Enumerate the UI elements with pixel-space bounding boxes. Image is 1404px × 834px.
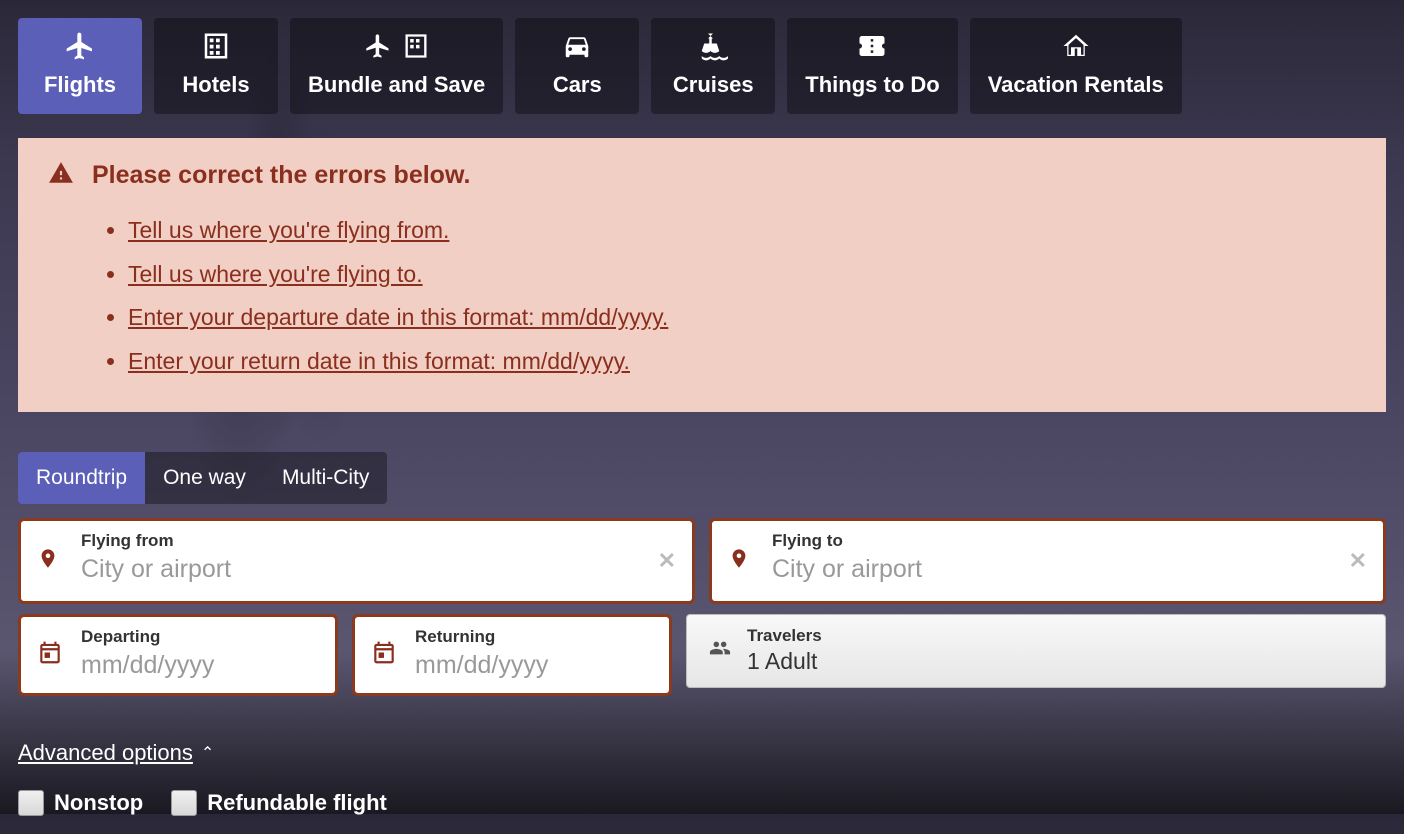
- tab-cars-label: Cars: [553, 72, 602, 98]
- error-link-returning[interactable]: Enter your return date in this format: m…: [128, 348, 630, 374]
- trip-tab-roundtrip[interactable]: Roundtrip: [18, 452, 145, 504]
- trip-type-tabs: Roundtrip One way Multi-City: [18, 452, 387, 504]
- error-link-to[interactable]: Tell us where you're flying to.: [128, 261, 423, 287]
- advanced-options-link[interactable]: Advanced options: [18, 740, 193, 766]
- tab-flights[interactable]: Flights: [18, 18, 142, 114]
- flying-from-label: Flying from: [81, 531, 648, 551]
- checkbox-icon: [18, 790, 44, 816]
- tab-bundle[interactable]: Bundle and Save: [290, 18, 503, 114]
- nonstop-label: Nonstop: [54, 790, 143, 816]
- tab-bundle-label: Bundle and Save: [308, 72, 485, 98]
- tab-cruises-label: Cruises: [673, 72, 754, 98]
- departing-input[interactable]: [81, 651, 291, 680]
- flying-to-label: Flying to: [772, 531, 1339, 551]
- pin-icon: [37, 543, 59, 578]
- flying-to-input[interactable]: [772, 555, 1339, 584]
- refundable-checkbox[interactable]: Refundable flight: [171, 790, 387, 816]
- trip-tab-oneway[interactable]: One way: [145, 452, 264, 504]
- departing-label: Departing: [81, 627, 291, 647]
- building-icon: [201, 31, 231, 66]
- car-icon: [562, 31, 592, 66]
- building-icon: [402, 32, 430, 65]
- flying-from-field[interactable]: Flying from ✕: [18, 518, 695, 604]
- returning-label: Returning: [415, 627, 625, 647]
- ticket-icon: [856, 31, 888, 66]
- tab-flights-label: Flights: [44, 72, 116, 98]
- house-icon: [1060, 31, 1092, 66]
- tab-things[interactable]: Things to Do: [787, 18, 957, 114]
- trip-tab-multicity[interactable]: Multi-City: [264, 452, 388, 504]
- plane-icon: [364, 32, 392, 65]
- clear-icon[interactable]: ✕: [658, 548, 676, 574]
- tab-things-label: Things to Do: [805, 72, 939, 98]
- chevron-up-icon: ⌃: [201, 743, 214, 763]
- error-link-departing[interactable]: Enter your departure date in this format…: [128, 304, 668, 330]
- returning-field[interactable]: Returning: [352, 614, 672, 696]
- main-nav-tabs: Flights Hotels Bundle and Save: [18, 18, 1386, 114]
- pin-icon: [728, 543, 750, 578]
- error-panel: Please correct the errors below. Tell us…: [18, 138, 1386, 412]
- travelers-label: Travelers: [747, 626, 822, 646]
- travelers-field[interactable]: Travelers 1 Adult: [686, 614, 1386, 688]
- tab-hotels[interactable]: Hotels: [154, 18, 278, 114]
- error-title: Please correct the errors below.: [92, 161, 470, 190]
- nonstop-checkbox[interactable]: Nonstop: [18, 790, 143, 816]
- departing-field[interactable]: Departing: [18, 614, 338, 696]
- checkbox-icon: [171, 790, 197, 816]
- people-icon: [707, 637, 733, 664]
- returning-input[interactable]: [415, 651, 625, 680]
- calendar-icon: [37, 639, 63, 670]
- tab-vacation[interactable]: Vacation Rentals: [970, 18, 1182, 114]
- clear-icon[interactable]: ✕: [1349, 548, 1367, 574]
- error-link-from[interactable]: Tell us where you're flying from.: [128, 217, 449, 243]
- ship-icon: [698, 31, 728, 66]
- calendar-icon: [371, 639, 397, 670]
- tab-hotels-label: Hotels: [182, 72, 249, 98]
- plane-icon: [64, 30, 96, 67]
- flying-from-input[interactable]: [81, 555, 648, 584]
- flying-to-field[interactable]: Flying to ✕: [709, 518, 1386, 604]
- tab-cars[interactable]: Cars: [515, 18, 639, 114]
- tab-cruises[interactable]: Cruises: [651, 18, 775, 114]
- warning-icon: [48, 160, 74, 191]
- error-list: Tell us where you're flying from. Tell u…: [128, 209, 1356, 384]
- tab-vacation-label: Vacation Rentals: [988, 72, 1164, 98]
- travelers-value: 1 Adult: [747, 648, 822, 675]
- refundable-label: Refundable flight: [207, 790, 387, 816]
